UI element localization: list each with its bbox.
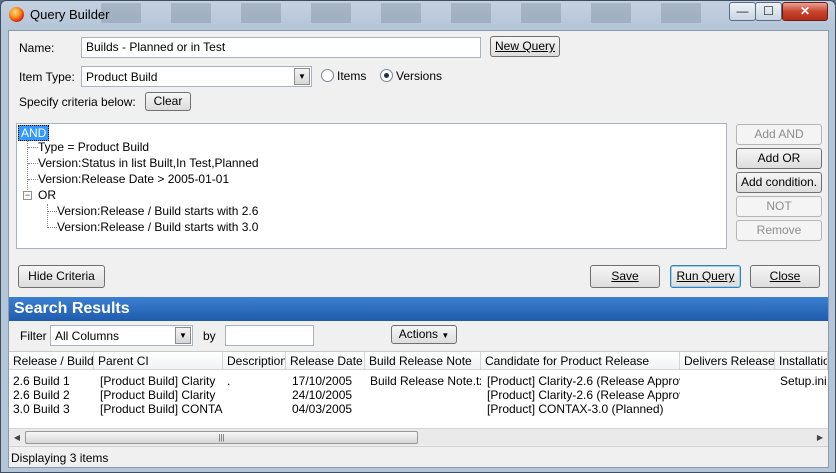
- by-label: by: [203, 329, 216, 343]
- items-radio[interactable]: [321, 69, 334, 82]
- new-query-button[interactable]: New Query: [490, 36, 560, 57]
- title-bar[interactable]: Query Builder — ☐ ✕: [1, 1, 835, 29]
- tree-line: [28, 147, 38, 148]
- horizontal-scrollbar[interactable]: ◀ ||| ▶: [9, 428, 828, 445]
- maximize-button[interactable]: ☐: [755, 2, 782, 21]
- dialog-body: Name: Builds - Planned or in Test New Qu…: [8, 30, 829, 468]
- item-type-label: Item Type:: [19, 70, 75, 84]
- criteria-tree[interactable]: AND Type = Product Build Version:Status …: [16, 123, 727, 249]
- table-cell[interactable]: [Product Build] CONTAX: [96, 402, 223, 416]
- scroll-right-icon[interactable]: ▶: [813, 431, 827, 444]
- table-cell[interactable]: [Product Build] Clarity: [96, 374, 223, 388]
- versions-radio[interactable]: [380, 69, 393, 82]
- background-window-ghost: [101, 3, 715, 23]
- close-button[interactable]: Close: [750, 265, 820, 288]
- new-query-label: New Query: [494, 39, 556, 53]
- tree-node-or[interactable]: OR: [38, 188, 56, 202]
- scroll-left-icon[interactable]: ◀: [10, 431, 24, 444]
- close-label: Close: [769, 269, 801, 283]
- collapse-icon[interactable]: −: [23, 191, 32, 200]
- hide-criteria-label: Hide Criteria: [28, 269, 95, 283]
- column-header[interactable]: Parent CI: [94, 352, 223, 370]
- table-cell[interactable]: [Product] CONTAX-3.0 (Planned): [483, 402, 680, 416]
- filter-text-input[interactable]: [225, 325, 314, 346]
- tree-node-condition[interactable]: Type = Product Build: [38, 140, 149, 154]
- column-header[interactable]: Release / Build: [9, 352, 94, 370]
- table-cell[interactable]: 2.6 Build 1: [9, 374, 94, 388]
- column-header[interactable]: Candidate for Product Release: [481, 352, 680, 370]
- column-header[interactable]: Installation: [775, 352, 828, 370]
- tree-node-and[interactable]: AND: [18, 125, 50, 141]
- tree-node-condition[interactable]: Version:Release / Build starts with 3.0: [57, 220, 258, 234]
- clear-button[interactable]: Clear: [145, 92, 191, 111]
- status-bar: Displaying 3 items: [9, 446, 828, 467]
- scrollbar-thumb[interactable]: |||: [25, 431, 418, 444]
- items-radio-label[interactable]: Items: [337, 69, 366, 83]
- run-query-label: Run Query: [676, 269, 735, 283]
- minimize-button[interactable]: —: [729, 2, 756, 21]
- name-input[interactable]: Builds - Planned or in Test: [81, 37, 481, 58]
- tree-line: [28, 163, 38, 164]
- not-button[interactable]: NOT: [736, 196, 822, 217]
- table-cell[interactable]: [Product] Clarity-2.6 (Release Approved): [483, 374, 680, 388]
- item-type-value: Product Build: [86, 70, 158, 84]
- chevron-down-icon[interactable]: ▼: [175, 327, 191, 344]
- tree-line: [47, 204, 48, 228]
- add-and-button[interactable]: Add AND: [736, 124, 822, 145]
- table-cell[interactable]: 2.6 Build 2: [9, 388, 94, 402]
- table-cell[interactable]: [680, 374, 775, 388]
- add-condition-button[interactable]: Add condition.: [736, 172, 822, 193]
- app-icon: [9, 7, 24, 22]
- versions-radio-label[interactable]: Versions: [396, 69, 442, 83]
- table-cell[interactable]: 17/10/2005: [288, 374, 365, 388]
- window-title: Query Builder: [30, 7, 110, 22]
- tree-node-condition[interactable]: Version:Release / Build starts with 2.6: [57, 204, 258, 218]
- table-cell[interactable]: [Product] Clarity-2.6 (Release Approved): [483, 388, 680, 402]
- item-type-select[interactable]: Product Build ▼: [81, 66, 312, 87]
- tree-node-condition[interactable]: Version:Status in list Built,In Test,Pla…: [38, 156, 259, 170]
- query-builder-window: Query Builder — ☐ ✕ Name: Builds - Plann…: [0, 0, 836, 473]
- tree-line: [48, 211, 57, 212]
- table-cell[interactable]: [Product Build] Clarity: [96, 388, 223, 402]
- hide-criteria-button[interactable]: Hide Criteria: [18, 265, 105, 288]
- column-header[interactable]: Description: [223, 352, 286, 370]
- add-or-button[interactable]: Add OR: [736, 148, 822, 169]
- filter-value: All Columns: [55, 329, 120, 343]
- criteria-label: Specify criteria below:: [19, 95, 136, 109]
- tree-line: [48, 227, 57, 228]
- table-cell[interactable]: Build Release Note.txt: [366, 374, 481, 388]
- table-cell[interactable]: .: [223, 374, 286, 388]
- caret-down-icon: ▼: [441, 331, 450, 340]
- filter-label: Filter: [20, 329, 47, 343]
- search-results-header: Search Results: [9, 297, 828, 321]
- status-text: Displaying 3 items: [11, 451, 109, 465]
- tree-node-condition[interactable]: Version:Release Date > 2005-01-01: [38, 172, 229, 186]
- run-query-button[interactable]: Run Query: [670, 265, 741, 288]
- tree-line: [27, 140, 28, 196]
- save-button[interactable]: Save: [590, 265, 660, 288]
- table-cell[interactable]: 3.0 Build 3: [9, 402, 94, 416]
- close-window-button[interactable]: ✕: [782, 2, 828, 21]
- table-cell[interactable]: Setup.ini,C: [776, 374, 828, 388]
- column-header[interactable]: Release Date: [286, 352, 365, 370]
- actions-label: Actions: [398, 327, 439, 341]
- tree-line: [28, 179, 38, 180]
- save-label: Save: [611, 269, 639, 283]
- remove-button[interactable]: Remove: [736, 220, 822, 241]
- table-cell[interactable]: 04/03/2005: [288, 402, 365, 416]
- column-header[interactable]: Delivers Release: [680, 352, 775, 370]
- chevron-down-icon[interactable]: ▼: [294, 68, 310, 85]
- actions-dropdown-button[interactable]: Actions ▼: [391, 325, 457, 344]
- column-header[interactable]: Build Release Note: [365, 352, 481, 370]
- table-cell[interactable]: 24/10/2005: [288, 388, 365, 402]
- filter-select[interactable]: All Columns ▼: [50, 325, 193, 346]
- name-label: Name:: [19, 41, 55, 55]
